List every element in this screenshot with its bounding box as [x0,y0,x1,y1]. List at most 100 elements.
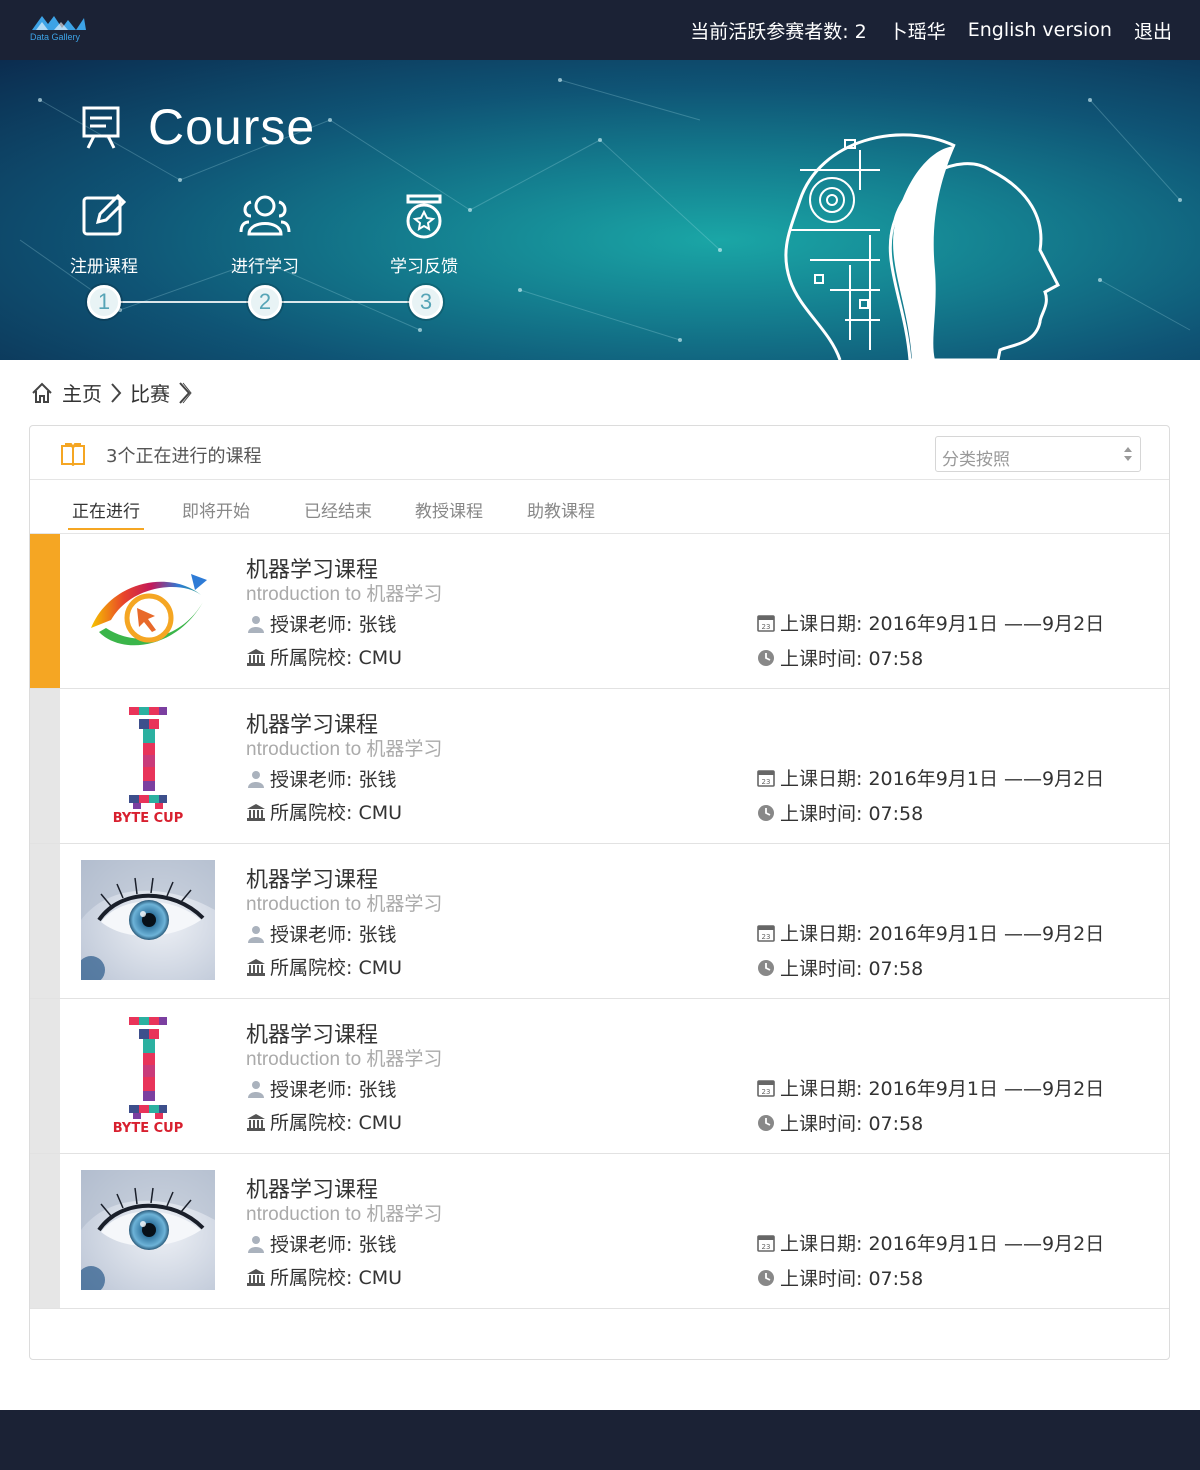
school-icon [247,958,265,976]
course-subtitle: ntroduction to 机器学习 [246,1204,443,1225]
course-subtitle: ntroduction to 机器学习 [246,584,443,605]
breadcrumb-current[interactable]: 比赛 [130,378,170,407]
svg-text:23: 23 [762,623,771,631]
course-time: 上课时间: 07:58 [756,799,923,826]
chevron-right-icon [179,381,192,404]
step-number-3: 3 [409,285,443,319]
eye-logo-thumbnail [91,574,207,646]
course-row-indicator [30,844,60,998]
panel-header: 3个正在进行的课程 分类按照 [30,426,1169,480]
course-thumbnail[interactable] [81,860,215,980]
course-thumbnail[interactable]: BYTE CUP [81,1015,215,1135]
select-arrows-icon [1124,447,1132,461]
course-school-text: 所属院校: CMU [270,802,403,824]
step-study[interactable]: 进行学习 [220,192,310,277]
logo-text: Data Gallery [30,32,81,42]
tab-teaching[interactable]: 教授课程 [415,497,483,522]
course-school: 所属院校: CMU [246,953,402,980]
calendar-icon: 23 [757,924,775,942]
clock-icon [758,1114,774,1131]
course-teacher-text: 授课老师: 张钱 [270,614,397,636]
byte-cup-logo-thumbnail: BYTE CUP [113,707,183,825]
course-row[interactable]: BYTE CUP 机器学习课程 ntroduction to 机器学习 授课老师… [30,689,1169,844]
home-icon[interactable] [30,381,54,405]
step-number-2: 2 [248,285,282,319]
course-teacher: 授课老师: 张钱 [246,1230,396,1257]
course-time-text: 上课时间: 07:58 [780,1113,924,1135]
clock-icon [758,1269,774,1286]
sort-select-placeholder: 分类按照 [942,450,1010,470]
course-date: 23 上课日期: 2016年9月1日 ——9月2日 [756,919,1104,946]
course-teacher: 授课老师: 张钱 [246,1075,396,1102]
breadcrumb-home[interactable]: 主页 [62,378,102,407]
course-tabs: 正在进行 即将开始 已经结束 教授课程 助教课程 [30,480,1169,534]
course-row[interactable]: BYTE CUP 机器学习课程 ntroduction to 机器学习 授课老师… [30,999,1169,1154]
calendar-icon: 23 [757,769,775,787]
course-subtitle: ntroduction to 机器学习 [246,739,443,760]
tab-upcoming[interactable]: 即将开始 [182,497,250,522]
sort-select[interactable]: 分类按照 [935,436,1141,472]
panel-title: 3个正在进行的课程 [106,446,262,467]
clock-icon [758,959,774,976]
logout-link[interactable]: 退出 [1134,17,1172,44]
tab-ended[interactable]: 已经结束 [304,497,372,522]
course-row[interactable]: 机器学习课程 ntroduction to 机器学习 授课老师: 张钱 所属院校… [30,844,1169,999]
course-row[interactable]: 机器学习课程 ntroduction to 机器学习 授课老师: 张钱 所属院校… [30,534,1169,689]
course-row-indicator [30,999,60,1153]
course-school: 所属院校: CMU [246,643,402,670]
course-thumbnail[interactable] [81,550,215,670]
clock-icon [758,804,774,821]
course-thumbnail[interactable] [81,1170,215,1290]
school-icon [247,1113,265,1131]
svg-text:23: 23 [762,1088,771,1096]
clock-icon [758,649,774,666]
course-time: 上课时间: 07:58 [756,954,923,981]
course-time-text: 上课时间: 07:58 [780,1268,924,1290]
course-school: 所属院校: CMU [246,798,402,825]
course-teacher-text: 授课老师: 张钱 [270,769,397,791]
course-time: 上课时间: 07:58 [756,1264,923,1291]
teacher-icon [248,1080,264,1098]
active-participants: 当前活跃参赛者数: 2 [690,20,867,43]
hero-title: Course [148,99,316,155]
eye-photo-thumbnail [81,860,215,980]
open-book-icon [61,443,85,466]
course-teacher-text: 授课老师: 张钱 [270,924,397,946]
teacher-icon [248,1235,264,1253]
tab-ongoing[interactable]: 正在进行 [68,497,144,530]
top-nav: Data Gallery 当前活跃参赛者数: 2 卜瑶华 English ver… [0,0,1200,60]
course-school: 所属院校: CMU [246,1108,402,1135]
step-label: 学习反馈 [390,257,458,277]
user-name-link[interactable]: 卜瑶华 [889,17,946,44]
tab-assistant[interactable]: 助教课程 [527,497,595,522]
course-school-text: 所属院校: CMU [270,647,403,669]
course-date-text: 上课日期: 2016年9月1日 ——9月2日 [780,768,1105,790]
course-school-text: 所属院校: CMU [270,1112,403,1134]
byte-cup-logo-thumbnail: BYTE CUP [113,1017,184,1135]
course-date: 23 上课日期: 2016年9月1日 ——9月2日 [756,764,1104,791]
badge-icon [406,194,442,239]
course-subtitle: ntroduction to 机器学习 [246,894,443,915]
eye-photo-thumbnail [81,1170,215,1290]
edit-icon [82,193,127,236]
footer [0,1410,1200,1470]
course-time: 上课时间: 07:58 [756,644,923,671]
course-teacher: 授课老师: 张钱 [246,920,396,947]
course-thumbnail[interactable]: BYTE CUP [81,705,215,825]
course-row[interactable]: 机器学习课程 ntroduction to 机器学习 授课老师: 张钱 所属院校… [30,1154,1169,1309]
course-row-indicator [30,1154,60,1308]
ai-head-illustration [784,133,1061,360]
step-feedback[interactable]: 学习反馈 [379,192,469,277]
teacher-icon [248,615,264,633]
school-icon [247,1268,265,1286]
step-register[interactable]: 注册课程 [59,192,149,277]
course-date-text: 上课日期: 2016年9月1日 ——9月2日 [780,613,1105,635]
step-label: 进行学习 [231,257,299,277]
svg-text:23: 23 [762,933,771,941]
english-version-link[interactable]: English version [968,19,1112,41]
hero-banner: Course 注册课程 进行学习 学习反馈 1 2 3 [0,60,1200,360]
byte-cup-text: BYTE CUP [113,1121,184,1135]
course-school-text: 所属院校: CMU [270,1267,403,1289]
course-school-text: 所属院校: CMU [270,957,403,979]
school-icon [247,648,265,666]
